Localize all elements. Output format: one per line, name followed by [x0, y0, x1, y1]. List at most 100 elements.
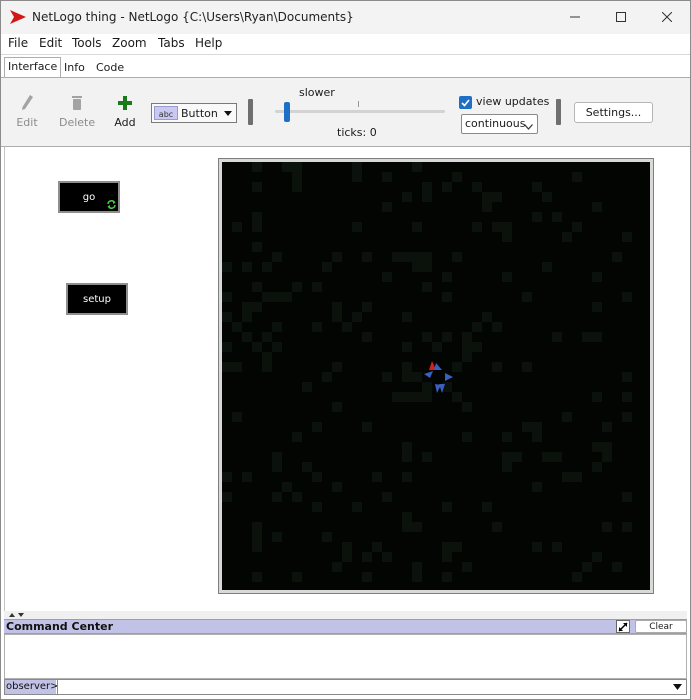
world-view[interactable]: [222, 162, 650, 590]
patch: [372, 472, 382, 482]
patch: [362, 252, 372, 262]
patch: [342, 322, 352, 332]
button-widget-icon: abc: [154, 106, 178, 120]
patch: [352, 312, 362, 322]
patch: [482, 502, 492, 512]
patch: [532, 482, 542, 492]
patch: [552, 212, 562, 222]
expand-button[interactable]: [616, 620, 630, 633]
patch: [232, 412, 242, 422]
pane-splitter[interactable]: [4, 611, 687, 619]
view-updates-label[interactable]: view updates: [476, 95, 549, 108]
patch: [612, 252, 622, 262]
patch: [482, 192, 492, 202]
title-bar[interactable]: NetLogo thing - NetLogo {C:\Users\Ryan\D…: [1, 1, 690, 34]
patch: [592, 442, 602, 452]
patch: [332, 302, 342, 312]
minimize-icon: [570, 16, 580, 18]
menu-file[interactable]: File: [8, 36, 28, 50]
patch: [232, 222, 242, 232]
patch: [332, 402, 342, 412]
patch: [592, 202, 602, 212]
patch: [422, 452, 432, 462]
netlogo-window: NetLogo thing - NetLogo {C:\Users\Ryan\D…: [0, 0, 691, 700]
patch: [472, 322, 482, 332]
patch: [482, 312, 492, 322]
command-input[interactable]: [57, 680, 669, 694]
menu-zoom[interactable]: Zoom: [112, 36, 147, 50]
patch: [382, 272, 392, 282]
maximize-button[interactable]: [598, 1, 644, 33]
patch: [502, 272, 512, 282]
patch: [532, 422, 542, 432]
patch: [222, 292, 232, 302]
interface-panel[interactable]: go setup: [4, 147, 687, 611]
patch: [532, 212, 542, 222]
setup-button-label: setup: [83, 293, 111, 305]
menu-help[interactable]: Help: [195, 36, 222, 50]
widget-type-value: Button: [181, 106, 218, 120]
patch: [422, 192, 432, 202]
patch: [242, 472, 252, 482]
interface-toolbar: Edit Delete Add abc Button slower ticks:…: [1, 78, 690, 146]
pencil-icon: [22, 95, 33, 110]
view-updates-checkbox[interactable]: [459, 96, 472, 109]
patch: [272, 462, 282, 472]
patch: [272, 322, 282, 332]
menu-tools[interactable]: Tools: [72, 36, 102, 50]
patch: [302, 462, 312, 472]
patch: [402, 312, 412, 322]
speed-slider-center-tick: [358, 101, 359, 107]
patch: [442, 572, 452, 582]
patch: [262, 362, 272, 372]
patch: [552, 452, 562, 462]
chevron-down-icon: [672, 684, 682, 690]
patch: [222, 342, 232, 352]
delete-button[interactable]: Delete: [59, 94, 95, 129]
patch: [222, 492, 232, 502]
tab-code[interactable]: Code: [93, 59, 127, 79]
minimize-button[interactable]: [552, 1, 598, 33]
add-button[interactable]: Add: [112, 94, 138, 129]
tab-interface[interactable]: Interface: [4, 57, 62, 79]
history-dropdown-button[interactable]: [670, 681, 684, 693]
patch: [512, 452, 522, 462]
patch: [592, 272, 602, 282]
patch: [332, 312, 342, 322]
patch: [392, 252, 402, 262]
chevron-down-icon: [221, 105, 235, 121]
patch: [412, 222, 422, 232]
tab-info[interactable]: Info: [61, 59, 88, 79]
patch: [242, 302, 252, 312]
patch: [432, 342, 442, 352]
patch: [462, 352, 472, 362]
agent-prompt-selector[interactable]: observer>: [5, 680, 59, 694]
setup-button[interactable]: setup: [66, 283, 128, 315]
widget-type-select[interactable]: abc Button: [151, 103, 237, 123]
close-button[interactable]: [644, 1, 690, 33]
edit-button[interactable]: Edit: [14, 94, 40, 129]
turtle: [445, 373, 453, 381]
patch: [462, 432, 472, 442]
patch: [402, 362, 412, 372]
patch: [252, 182, 262, 192]
patch: [472, 222, 482, 232]
patch: [452, 542, 462, 552]
patch: [272, 342, 282, 352]
speed-slider[interactable]: [275, 110, 445, 113]
go-button-label: go: [82, 191, 96, 203]
menu-tabs[interactable]: Tabs: [158, 36, 185, 50]
command-output[interactable]: [4, 634, 687, 679]
update-mode-select[interactable]: continuous: [461, 114, 538, 134]
speed-slider-thumb[interactable]: [284, 102, 290, 122]
patch: [332, 562, 342, 572]
go-button[interactable]: go: [58, 181, 120, 213]
patch: [402, 392, 412, 402]
clear-button[interactable]: Clear: [635, 620, 687, 633]
settings-button[interactable]: Settings...: [574, 102, 653, 123]
patch: [382, 372, 392, 382]
patch: [622, 232, 632, 242]
menu-edit[interactable]: Edit: [39, 36, 62, 50]
patch: [292, 162, 302, 172]
patch: [442, 272, 452, 282]
